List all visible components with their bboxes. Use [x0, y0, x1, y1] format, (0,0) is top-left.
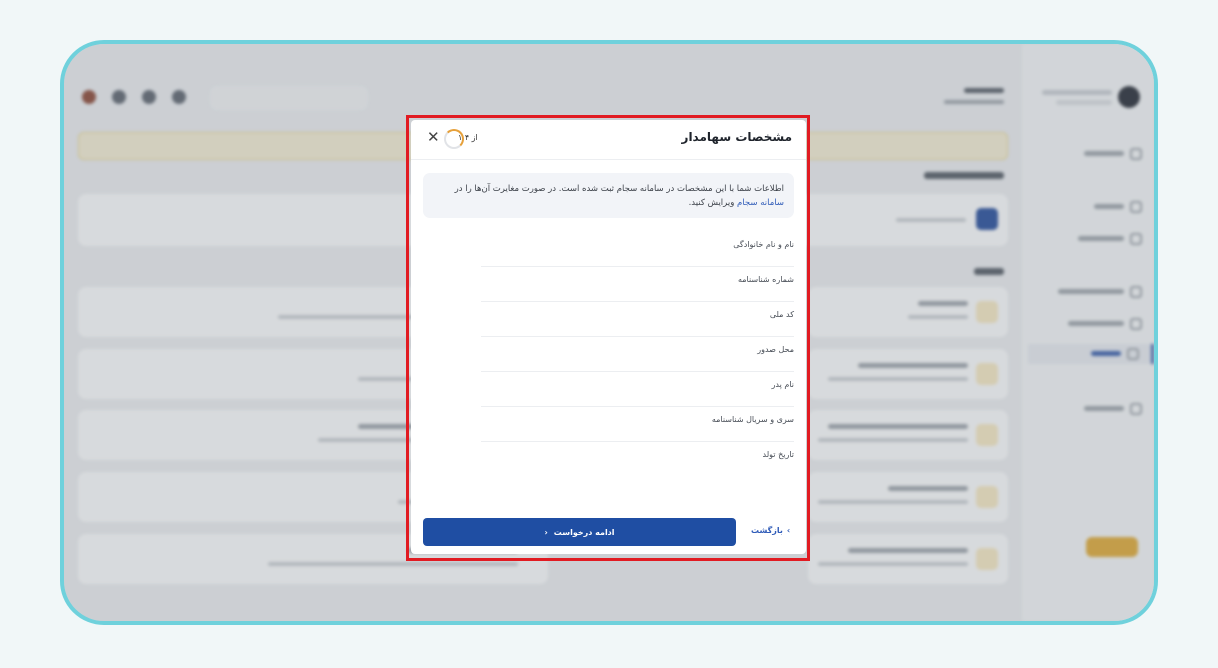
chevron-left-icon: ‹ — [544, 527, 548, 537]
info-suffix: ویرایش کنید. — [688, 198, 735, 208]
divider — [411, 159, 806, 160]
sejam-link[interactable]: سامانه سجام — [737, 198, 784, 208]
shareholder-info-modal: مشخصات سهامدار ۱ از ۴ ✕ اطلاعات شما با ا… — [411, 120, 806, 554]
field-label: محل صدور — [757, 345, 794, 354]
field-father-name: نام پدر — [481, 372, 794, 407]
chevron-right-icon: › — [786, 526, 791, 535]
field-id-serial: سری و سریال شناسنامه — [481, 407, 794, 442]
continue-request-button[interactable]: ادامه درخواست ‹ — [423, 518, 736, 546]
step-indicator: ۱ از ۴ — [458, 133, 478, 142]
field-label: نام و نام خانوادگی — [733, 240, 794, 249]
field-label: شماره شناسنامه — [737, 275, 794, 284]
field-label: تاریخ تولد — [762, 450, 794, 459]
field-label: کد ملی — [769, 310, 794, 319]
close-icon[interactable]: ✕ — [427, 130, 440, 145]
field-birth-date: تاریخ تولد — [481, 442, 794, 477]
field-id-number: شماره شناسنامه — [481, 267, 794, 302]
continue-label: ادامه درخواست — [553, 527, 615, 537]
field-label: نام پدر — [771, 380, 794, 389]
field-issue-place: محل صدور — [481, 337, 794, 372]
field-label: سری و سریال شناسنامه — [711, 415, 794, 424]
back-button[interactable]: › بازگشت — [751, 526, 790, 535]
modal-title: مشخصات سهامدار — [681, 130, 792, 144]
field-full-name: نام و نام خانوادگی — [481, 232, 794, 267]
info-box: اطلاعات شما با این مشخصات در سامانه سجام… — [423, 173, 794, 218]
info-text: اطلاعات شما با این مشخصات در سامانه سجام… — [454, 184, 784, 194]
back-label: بازگشت — [751, 526, 783, 535]
field-national-code: کد ملی — [481, 302, 794, 337]
